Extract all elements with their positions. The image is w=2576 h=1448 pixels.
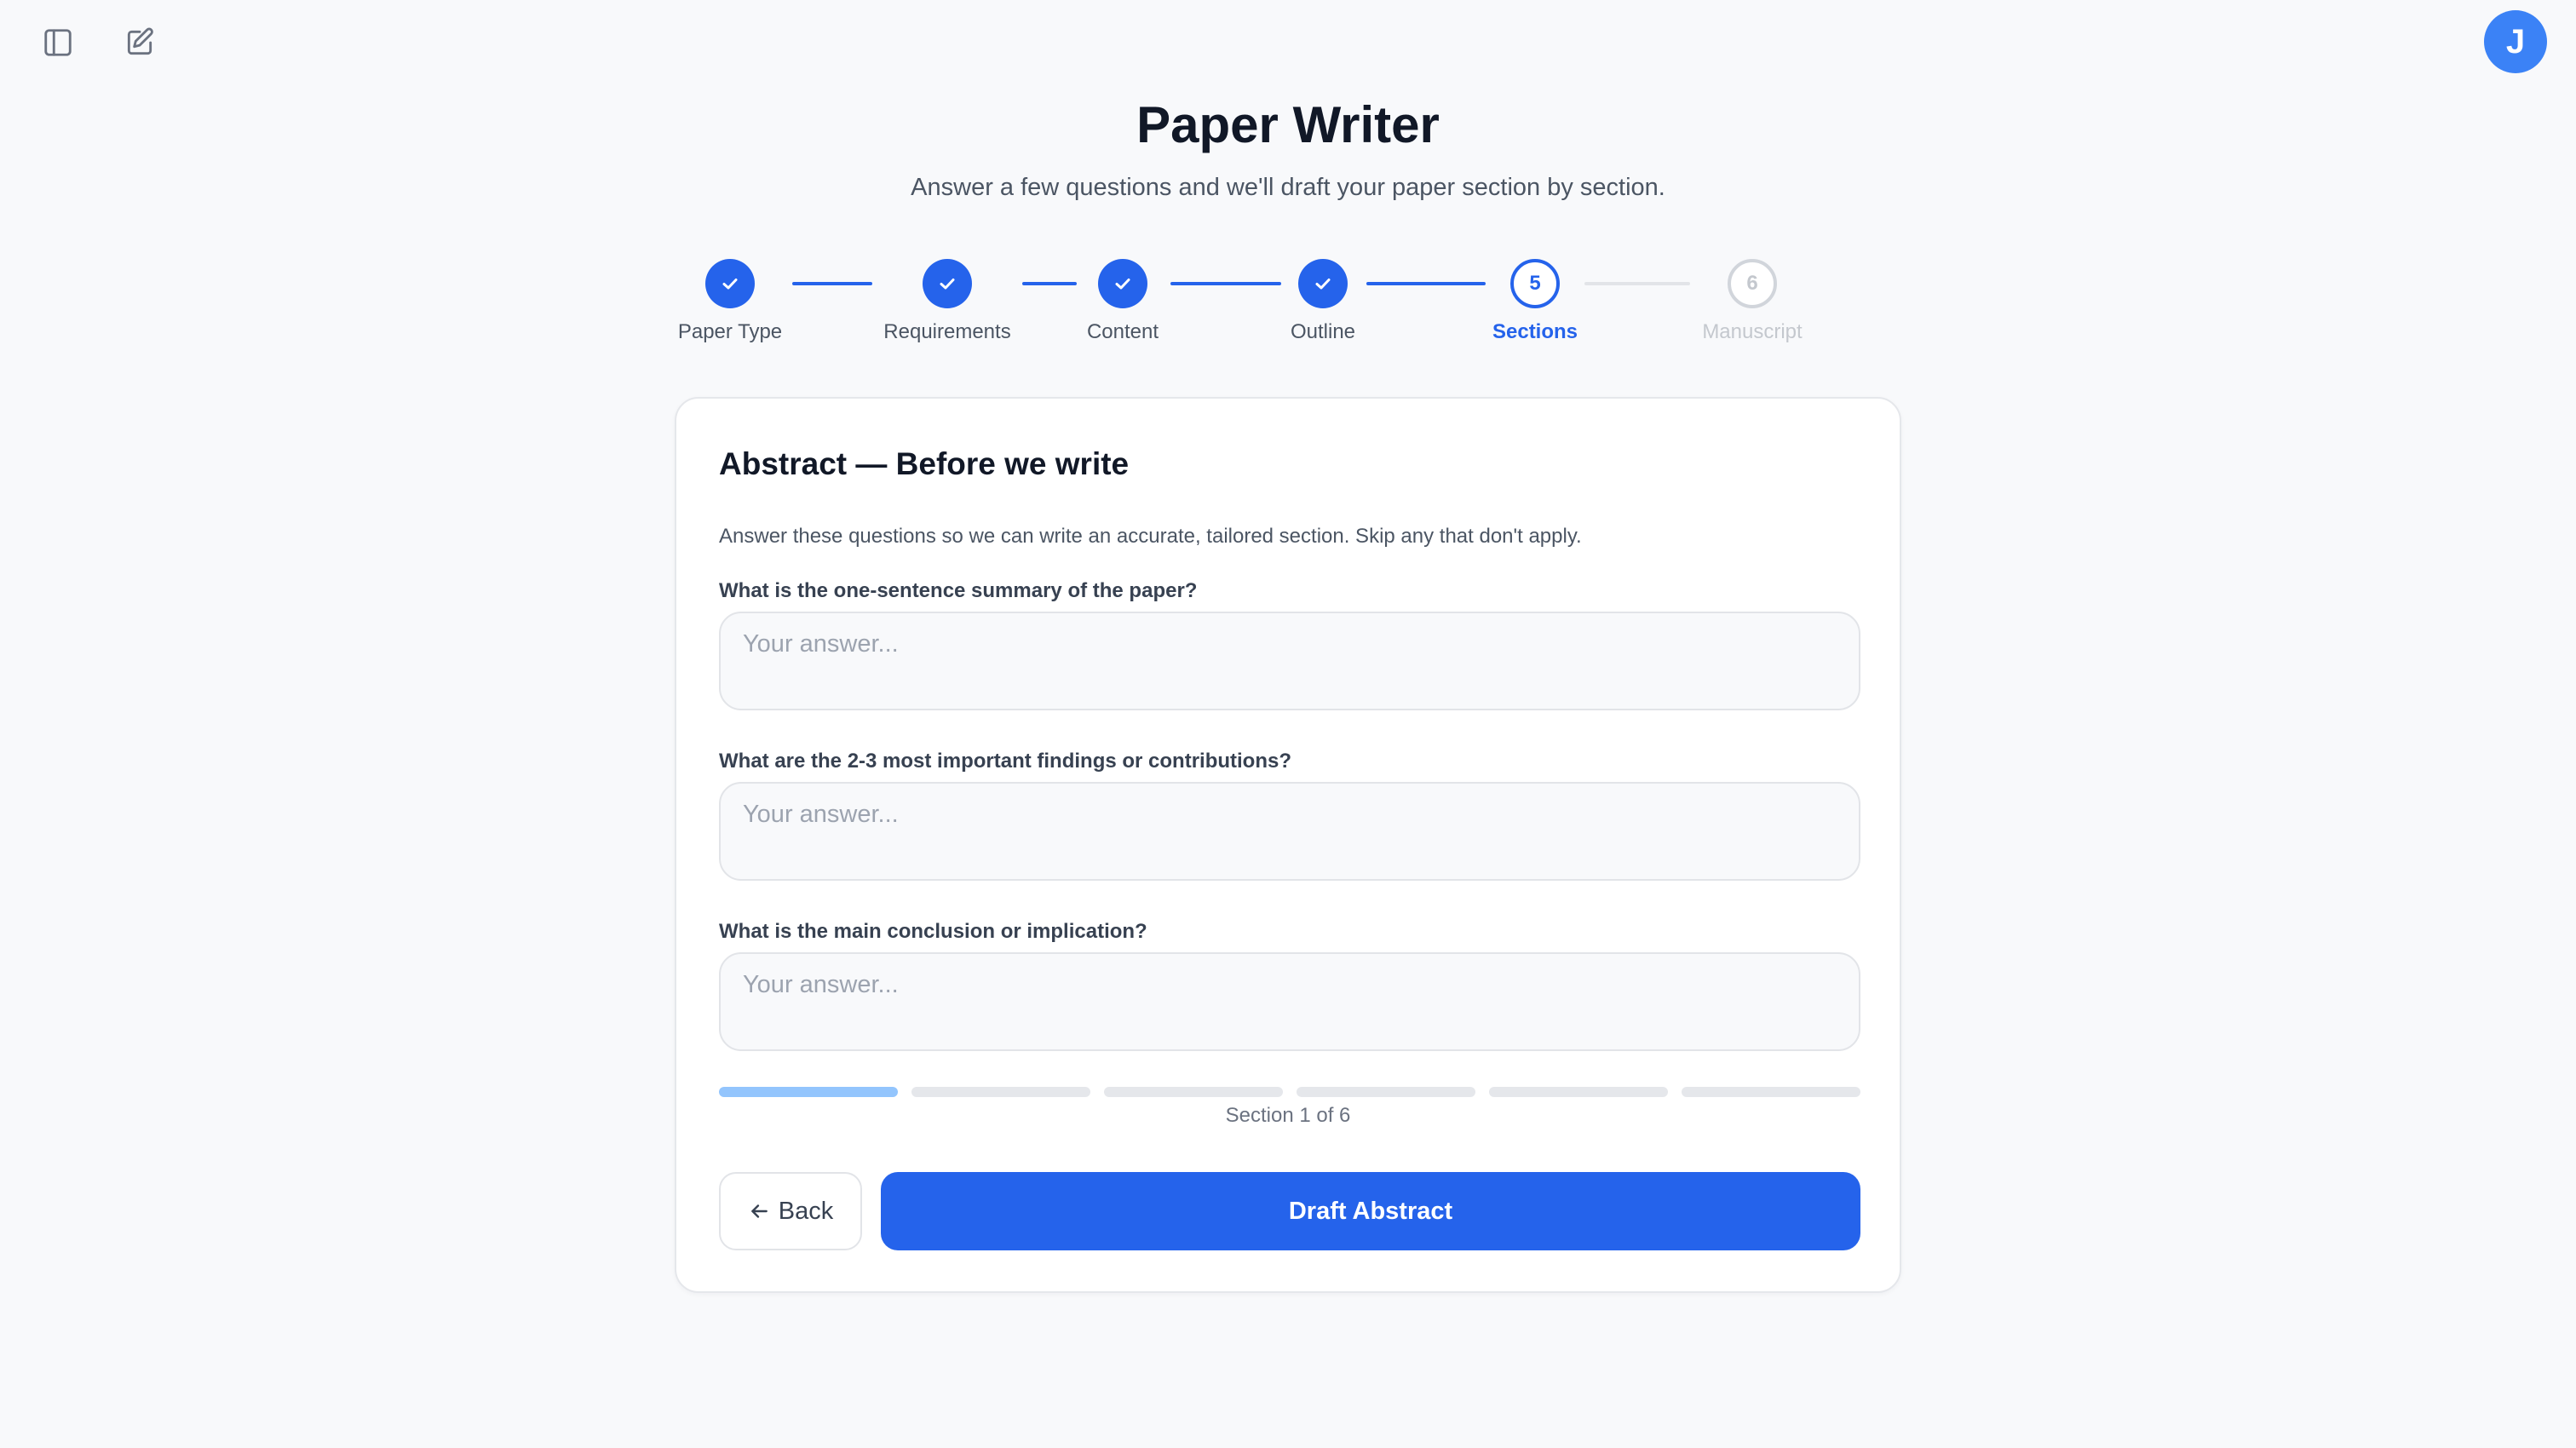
page-title: Paper Writer [1136, 96, 1440, 153]
avatar-initial: J [2505, 22, 2526, 60]
user-avatar[interactable]: J [2484, 10, 2547, 73]
step-outline[interactable]: Outline [1229, 259, 1417, 344]
section-progress-text: Section 1 of 6 [1225, 1104, 1351, 1127]
progress-segment [1682, 1087, 1860, 1097]
step-label: Manuscript [1702, 320, 1803, 343]
question-label: What are the 2-3 most important findings… [719, 750, 1292, 773]
step-circle [705, 259, 755, 308]
step-circle [1298, 259, 1348, 308]
draft-abstract-button[interactable]: Draft Abstract [881, 1172, 1860, 1250]
step-sections[interactable]: 5 Sections [1441, 259, 1629, 344]
step-requirements[interactable]: Requirements [854, 259, 1041, 344]
check-icon [722, 279, 738, 290]
step-manuscript: 6 Manuscript [1659, 259, 1846, 344]
step-circle: 5 [1510, 259, 1560, 308]
step-label: Sections [1492, 320, 1578, 343]
page-subtitle: Answer a few questions and we'll draft y… [911, 174, 1665, 201]
section-questions-card: Abstract — Before we write Answer these … [675, 397, 1901, 1293]
progress-segment [911, 1087, 1090, 1097]
step-circle [923, 259, 972, 308]
draft-button-label: Draft Abstract [1288, 1197, 1453, 1225]
progress-stepper: Paper Type Requirements Content Outline … [0, 259, 2576, 353]
step-circle [1098, 259, 1147, 308]
step-label: Requirements [883, 320, 1011, 343]
question-label: What is the main conclusion or implicati… [719, 920, 1147, 943]
edit-icon [127, 27, 153, 55]
check-icon [1115, 279, 1130, 290]
findings-answer-input[interactable] [719, 782, 1860, 881]
card-description: Answer these questions so we can write a… [719, 525, 1582, 548]
progress-segment [1104, 1087, 1283, 1097]
back-button-label: Back [778, 1197, 834, 1225]
back-button[interactable]: Back [719, 1172, 862, 1250]
step-circle: 6 [1728, 259, 1777, 308]
progress-segment [1297, 1087, 1475, 1097]
check-icon [940, 279, 955, 290]
conclusion-answer-input[interactable] [719, 952, 1860, 1051]
step-content[interactable]: Content [1029, 259, 1216, 344]
step-label: Paper Type [677, 320, 783, 343]
step-label: Content [1086, 320, 1159, 343]
sidebar-icon [44, 29, 72, 56]
card-title: Abstract — Before we write [719, 446, 1130, 481]
sidebar-toggle-button[interactable] [37, 22, 78, 63]
summary-answer-input[interactable] [719, 612, 1860, 710]
step-paper-type[interactable]: Paper Type [636, 259, 824, 344]
new-document-button[interactable] [119, 22, 160, 63]
question-label: What is the one-sentence summary of the … [719, 579, 1198, 602]
progress-segment [719, 1087, 898, 1097]
section-progress-bar [719, 1087, 1860, 1097]
check-icon [1315, 279, 1331, 290]
step-label: Outline [1290, 320, 1356, 343]
arrow-left-icon [750, 1204, 768, 1218]
progress-segment [1489, 1087, 1668, 1097]
